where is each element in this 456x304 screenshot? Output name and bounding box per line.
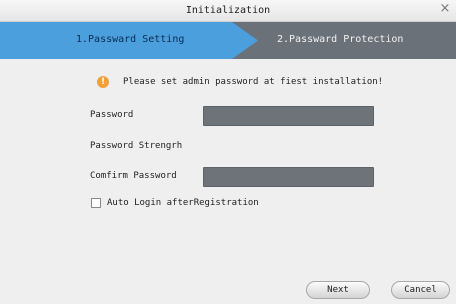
auto-login-checkbox[interactable] [91,198,101,208]
notice-text: Please set admin password at fiest insta… [123,77,384,87]
auto-login-option[interactable]: Auto Login afterRegistration [91,198,259,208]
close-icon[interactable]: × [438,1,452,17]
step-passward-setting: 1.Passward Setting [76,34,185,45]
password-label: Password [90,110,134,120]
confirm-password-input[interactable] [203,167,374,187]
warning-icon: ! [97,76,109,88]
title-bar: Initialization × [0,0,456,22]
dialog-content: ! Please set admin password at fiest ins… [0,59,456,304]
auto-login-label[interactable]: Auto Login afterRegistration [107,198,259,208]
password-input[interactable] [203,106,374,126]
confirm-password-label: Comfirm Password [90,171,177,181]
password-strength-label: Password Strengrh [90,141,183,151]
notice-message: ! Please set admin password at fiest ins… [97,75,383,89]
initialization-dialog: Initialization × 1.Passward Setting 2.Pa… [0,0,456,304]
cancel-button[interactable]: Cancel [391,281,450,299]
step-passward-protection: 2.Passward Protection [277,34,404,45]
next-button[interactable]: Next [306,281,370,299]
window-title: Initialization [185,5,271,16]
step-indicator: 1.Passward Setting 2.Passward Protection [0,22,456,59]
